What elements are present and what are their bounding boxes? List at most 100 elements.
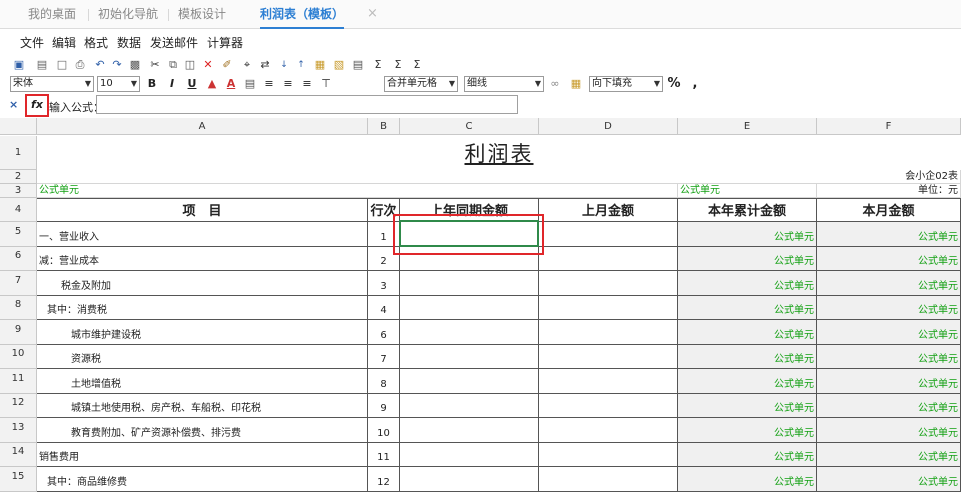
item-cell[interactable]: 城镇土地使用税、房产税、车船税、印花税 — [37, 394, 368, 418]
item-cell[interactable]: 其中：商品维修费 — [37, 467, 368, 492]
header-last-month[interactable]: 上月金额 — [539, 198, 678, 222]
row-header[interactable]: 10 — [0, 345, 37, 369]
sort-asc-icon[interactable]: ↓ — [277, 58, 291, 72]
paste-icon[interactable]: ◫ — [183, 58, 197, 72]
item-cell[interactable]: 资源税 — [37, 345, 368, 369]
formula-unit-cell-e3[interactable]: 公式单元 — [678, 184, 817, 198]
line-no-cell[interactable]: 7 — [368, 345, 400, 369]
column-header-e[interactable]: E — [678, 118, 817, 135]
ytd-amount-cell[interactable]: 公式单元 — [678, 320, 817, 345]
sum-icon[interactable]: Σ — [371, 58, 385, 72]
last-month-amount-cell[interactable] — [539, 320, 678, 345]
ytd-amount-cell[interactable]: 公式单元 — [678, 394, 817, 418]
row-header[interactable]: 13 — [0, 418, 37, 443]
last-month-amount-cell[interactable] — [539, 369, 678, 394]
last-month-amount-cell[interactable] — [539, 296, 678, 320]
sort-desc-icon[interactable]: ↑ — [294, 58, 308, 72]
insert-function-button[interactable]: fx — [25, 94, 49, 117]
border-select[interactable]: 细线 ▼ — [464, 76, 544, 92]
print-icon[interactable]: ⎙ — [73, 58, 87, 72]
row-header[interactable]: 4 — [0, 198, 37, 222]
this-month-amount-cell[interactable]: 公式单元 — [817, 345, 961, 369]
tab-profit-statement[interactable]: 利润表（模板） — [260, 0, 345, 29]
row-header[interactable]: 6 — [0, 247, 37, 271]
properties-icon[interactable]: ▦ — [569, 76, 583, 91]
sheet-icon[interactable]: ▤ — [351, 58, 365, 72]
row-header[interactable]: 8 — [0, 296, 37, 320]
font-size-select[interactable]: 10 ▼ — [97, 76, 140, 92]
row-header[interactable]: 5 — [0, 222, 37, 247]
ytd-amount-cell[interactable]: 公式单元 — [678, 345, 817, 369]
form-number-cell[interactable]: 会小企02表 — [37, 170, 961, 184]
sheet-title-cell[interactable]: 利润表 — [37, 138, 961, 170]
line-no-cell[interactable]: 4 — [368, 296, 400, 320]
copy-icon[interactable]: ⧉ — [166, 58, 180, 72]
select-all-corner[interactable] — [0, 118, 37, 135]
menu-edit[interactable]: 编辑 — [52, 34, 76, 51]
this-month-amount-cell[interactable]: 公式单元 — [817, 271, 961, 296]
last-year-amount-cell[interactable] — [400, 296, 539, 320]
ytd-amount-cell[interactable]: 公式单元 — [678, 271, 817, 296]
header-ytd[interactable]: 本年累计金额 — [678, 198, 817, 222]
cell-style-icon[interactable]: ▤ — [243, 76, 257, 91]
row-header[interactable]: 3 — [0, 184, 37, 198]
column-header-c[interactable]: C — [400, 118, 539, 135]
column-header-a[interactable]: A — [37, 118, 368, 135]
row-header[interactable]: 1 — [0, 136, 37, 170]
last-month-amount-cell[interactable] — [539, 467, 678, 492]
cut-icon[interactable]: ✂ — [148, 58, 162, 72]
ytd-amount-cell[interactable]: 公式单元 — [678, 443, 817, 467]
insert-image-icon[interactable]: ▩ — [128, 58, 142, 72]
replace-icon[interactable]: ⇄ — [258, 58, 272, 72]
item-cell[interactable]: 一、营业收入 — [37, 222, 368, 247]
line-no-cell[interactable]: 12 — [368, 467, 400, 492]
this-month-amount-cell[interactable]: 公式单元 — [817, 418, 961, 443]
last-month-amount-cell[interactable] — [539, 247, 678, 271]
print-preview-icon[interactable]: ▤ — [35, 58, 49, 72]
align-right-icon[interactable]: ≡ — [300, 76, 314, 91]
item-cell[interactable]: 土地增值税 — [37, 369, 368, 394]
menu-data[interactable]: 数据 — [117, 34, 141, 51]
fill-down-select[interactable]: 向下填充 ▼ — [589, 76, 663, 92]
formula-input[interactable] — [96, 95, 518, 114]
line-no-cell[interactable]: 9 — [368, 394, 400, 418]
item-cell[interactable]: 城市维护建设税 — [37, 320, 368, 345]
insert-col-icon[interactable]: ▧ — [332, 58, 346, 72]
wrap-text-icon[interactable]: ⊤ — [319, 76, 333, 91]
link-icon[interactable]: ∞ — [548, 76, 562, 91]
column-header-f[interactable]: F — [817, 118, 961, 135]
item-cell[interactable]: 销售费用 — [37, 443, 368, 467]
row-header[interactable]: 11 — [0, 369, 37, 394]
this-month-amount-cell[interactable]: 公式单元 — [817, 247, 961, 271]
ytd-amount-cell[interactable]: 公式单元 — [678, 247, 817, 271]
last-month-amount-cell[interactable] — [539, 271, 678, 296]
row-sum-icon[interactable]: Σ — [391, 58, 405, 72]
menu-send-mail[interactable]: 发送邮件 — [150, 34, 198, 51]
row-header[interactable]: 15 — [0, 467, 37, 492]
cancel-formula-icon[interactable]: × — [9, 98, 18, 111]
font-select[interactable]: 宋体 ▼ — [10, 76, 94, 92]
ytd-amount-cell[interactable]: 公式单元 — [678, 418, 817, 443]
line-no-cell[interactable]: 8 — [368, 369, 400, 394]
underline-icon[interactable]: U — [185, 76, 199, 91]
last-year-amount-cell[interactable] — [400, 271, 539, 296]
close-icon[interactable]: × — [367, 0, 378, 29]
this-month-amount-cell[interactable]: 公式单元 — [817, 222, 961, 247]
this-month-amount-cell[interactable]: 公式单元 — [817, 443, 961, 467]
percent-button[interactable]: % — [667, 76, 681, 91]
col-sum-icon[interactable]: Σ — [410, 58, 424, 72]
menu-calculator[interactable]: 计算器 — [207, 34, 243, 51]
tab-template-design[interactable]: 模板设计 — [178, 0, 226, 29]
align-center-icon[interactable]: ≡ — [281, 76, 295, 91]
line-no-cell[interactable]: 11 — [368, 443, 400, 467]
line-no-cell[interactable]: 3 — [368, 271, 400, 296]
menu-file[interactable]: 文件 — [20, 34, 44, 51]
last-year-amount-cell[interactable] — [400, 320, 539, 345]
last-year-amount-cell[interactable] — [400, 369, 539, 394]
item-cell[interactable]: 减：营业成本 — [37, 247, 368, 271]
fill-color-icon[interactable]: ▲ — [205, 76, 219, 91]
menu-format[interactable]: 格式 — [84, 34, 108, 51]
merge-select[interactable]: 合并单元格 ▼ — [384, 76, 458, 92]
line-no-cell[interactable]: 10 — [368, 418, 400, 443]
last-month-amount-cell[interactable] — [539, 443, 678, 467]
